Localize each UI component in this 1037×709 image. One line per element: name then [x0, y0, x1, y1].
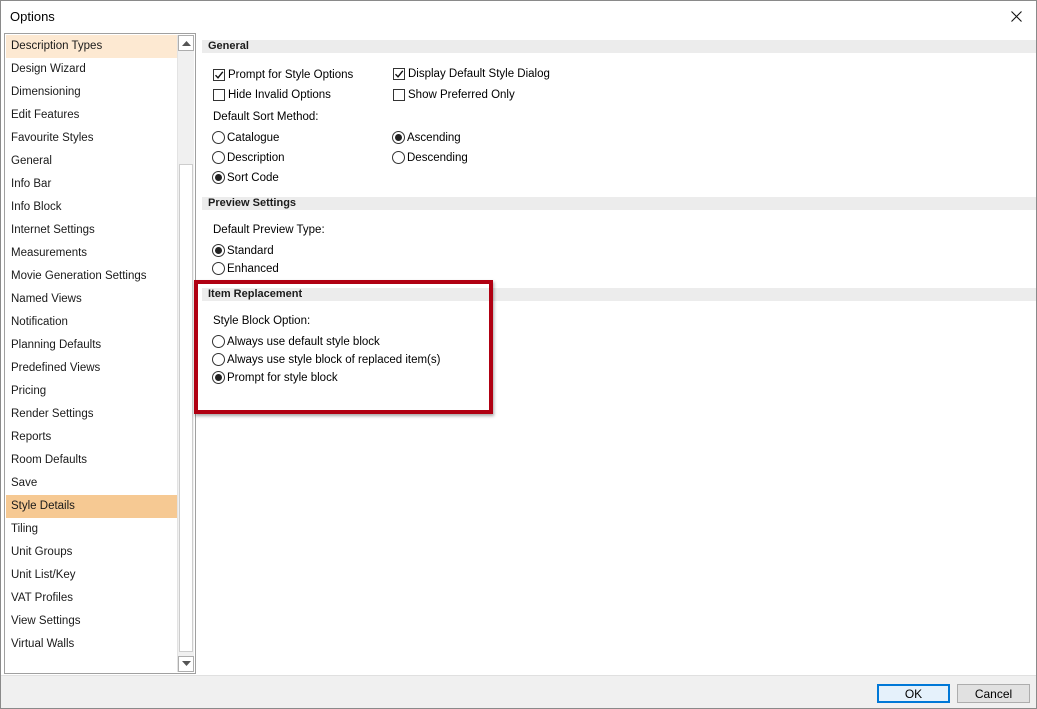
radio-circle — [212, 335, 225, 348]
display-default-style-dialog-checkbox[interactable]: Display Default Style Dialog — [393, 68, 550, 80]
default-preview-type-label: Default Preview Type: — [213, 224, 325, 236]
default-sort-method-label: Default Sort Method: — [213, 111, 319, 123]
close-icon — [1010, 11, 1022, 22]
chevron-down-icon — [181, 661, 191, 666]
options-category-list[interactable]: Description Types Design Wizard Dimensioni… — [4, 33, 196, 674]
checkmark-icon — [214, 71, 224, 79]
hide-invalid-options-checkbox[interactable]: Hide Invalid Options — [213, 89, 331, 101]
close-button[interactable] — [996, 1, 1036, 32]
radio-circle — [392, 151, 405, 164]
prompt-style-options-checkbox[interactable]: Prompt for Style Options — [213, 69, 353, 81]
sidebar-item[interactable]: Unit Groups — [6, 541, 177, 564]
radio-circle — [392, 131, 405, 144]
scrollbar-track[interactable] — [178, 52, 194, 655]
sidebar-item[interactable]: Named Views — [6, 288, 177, 311]
sidebar-item[interactable]: Notification — [6, 311, 177, 334]
scroll-up-button[interactable] — [178, 35, 194, 51]
category-items: Description Types Design Wizard Dimensioni… — [6, 35, 177, 656]
cancel-button[interactable]: Cancel — [957, 684, 1030, 703]
radio-label: Sort Code — [227, 171, 279, 184]
ok-button[interactable]: OK — [877, 684, 950, 703]
sidebar-item[interactable]: Movie Generation Settings — [6, 265, 177, 288]
sidebar-item[interactable]: Description Types — [6, 35, 177, 58]
scroll-down-button[interactable] — [178, 656, 194, 672]
checkbox-label: Hide Invalid Options — [228, 89, 331, 101]
checkbox-label: Show Preferred Only — [408, 89, 515, 101]
sidebar-item[interactable]: View Settings — [6, 610, 177, 633]
checkbox-box — [393, 89, 405, 101]
sidebar-item[interactable]: Measurements — [6, 242, 177, 265]
sort-ascending-radio[interactable]: Ascending — [392, 131, 461, 144]
radio-label: Catalogue — [227, 131, 280, 144]
sort-description-radio[interactable]: Description — [212, 151, 285, 164]
sidebar-item[interactable]: Reports — [6, 426, 177, 449]
sidebar-item[interactable]: Unit List/Key — [6, 564, 177, 587]
title-bar: Options — [1, 1, 1036, 32]
sidebar-item[interactable]: Planning Defaults — [6, 334, 177, 357]
sort-code-radio[interactable]: Sort Code — [212, 171, 279, 184]
sidebar-item[interactable]: Info Bar — [6, 173, 177, 196]
always-use-replaced-style-block-radio[interactable]: Always use style block of replaced item(… — [212, 353, 440, 366]
preview-enhanced-radio[interactable]: Enhanced — [212, 262, 279, 275]
scrollbar-thumb[interactable] — [179, 164, 193, 652]
sidebar-item[interactable]: Dimensioning — [6, 81, 177, 104]
checkbox-label: Display Default Style Dialog — [408, 68, 550, 80]
sidebar-item[interactable]: Tiling — [6, 518, 177, 541]
radio-dot-icon — [215, 174, 222, 181]
dialog-footer: OK Cancel — [1, 675, 1036, 708]
window-title: Options — [10, 9, 55, 24]
radio-label: Always use default style block — [227, 335, 380, 348]
sidebar-item[interactable]: Style Details — [6, 495, 177, 518]
sidebar-item[interactable]: Save — [6, 472, 177, 495]
sidebar-item[interactable]: Info Block — [6, 196, 177, 219]
radio-label: Enhanced — [227, 262, 279, 275]
radio-circle — [212, 353, 225, 366]
radio-dot-icon — [215, 374, 222, 381]
checkbox-label: Prompt for Style Options — [228, 69, 354, 81]
sidebar-item[interactable]: Room Defaults — [6, 449, 177, 472]
show-preferred-only-checkbox[interactable]: Show Preferred Only — [393, 89, 515, 101]
always-use-default-style-block-radio[interactable]: Always use default style block — [212, 335, 380, 348]
radio-label: Descending — [407, 151, 468, 164]
checkbox-box — [213, 69, 225, 81]
radio-label: Always use style block of replaced item(… — [227, 353, 441, 366]
section-header-general: General — [202, 40, 1036, 53]
category-list-scrollbar[interactable] — [177, 35, 194, 672]
radio-label: Description — [227, 151, 285, 164]
sidebar-item[interactable]: Pricing — [6, 380, 177, 403]
prompt-for-style-block-radio[interactable]: Prompt for style block — [212, 371, 338, 384]
sidebar-item[interactable]: General — [6, 150, 177, 173]
radio-dot-icon — [215, 247, 222, 254]
sort-catalogue-radio[interactable]: Catalogue — [212, 131, 279, 144]
radio-dot-icon — [395, 134, 402, 141]
checkbox-box — [213, 89, 225, 101]
sidebar-item[interactable]: VAT Profiles — [6, 587, 177, 610]
sidebar-item[interactable]: Favourite Styles — [6, 127, 177, 150]
preview-standard-radio[interactable]: Standard — [212, 244, 274, 257]
chevron-up-icon — [181, 41, 191, 46]
radio-circle — [212, 131, 225, 144]
section-header-item-replacement: Item Replacement — [202, 288, 1036, 301]
radio-circle — [212, 244, 225, 257]
radio-label: Standard — [227, 244, 274, 257]
settings-panel: General Prompt for Style Options Display… — [200, 33, 1036, 674]
sidebar-item[interactable]: Internet Settings — [6, 219, 177, 242]
radio-circle — [212, 171, 225, 184]
style-block-option-label: Style Block Option: — [213, 315, 311, 327]
checkmark-icon — [394, 70, 404, 78]
sidebar-item[interactable]: Predefined Views — [6, 357, 177, 380]
section-header-preview-settings: Preview Settings — [202, 197, 1036, 210]
sidebar-item[interactable]: Edit Features — [6, 104, 177, 127]
checkbox-box — [393, 68, 405, 80]
radio-label: Prompt for style block — [227, 371, 338, 384]
radio-label: Ascending — [407, 131, 461, 144]
radio-circle — [212, 262, 225, 275]
sidebar-item[interactable]: Virtual Walls — [6, 633, 177, 656]
radio-circle — [212, 151, 225, 164]
sort-descending-radio[interactable]: Descending — [392, 151, 468, 164]
options-dialog: Options Description Types Design Wizard Di… — [0, 0, 1037, 709]
sidebar-item[interactable]: Design Wizard — [6, 58, 177, 81]
sidebar-item[interactable]: Render Settings — [6, 403, 177, 426]
radio-circle — [212, 371, 225, 384]
